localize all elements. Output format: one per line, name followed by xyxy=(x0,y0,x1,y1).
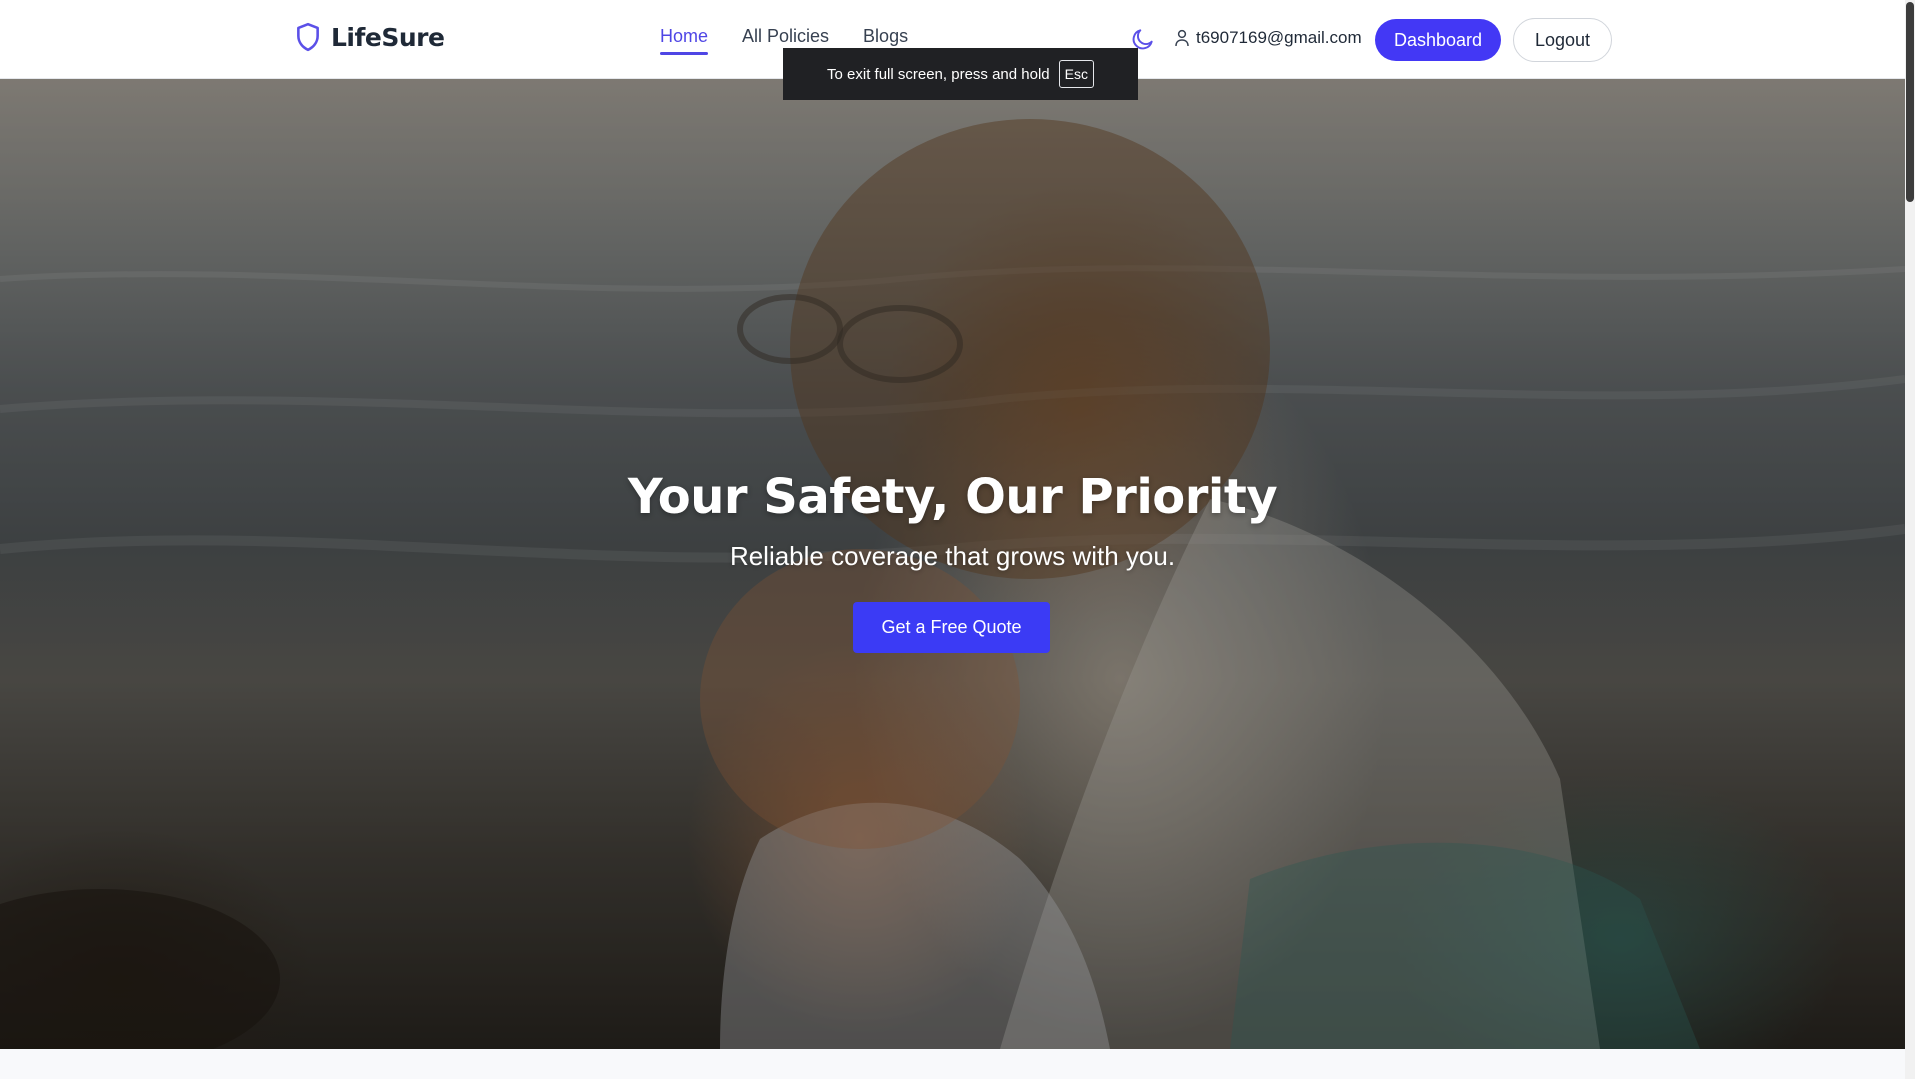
fullscreen-notice-text: To exit full screen, press and hold xyxy=(827,65,1050,83)
dashboard-button[interactable]: Dashboard xyxy=(1375,19,1501,61)
hero-title: Your Safety, Our Priority xyxy=(627,469,1278,525)
brand-name: LifeSure xyxy=(331,22,445,52)
shield-icon xyxy=(297,22,319,52)
user-email: t6907169@gmail.com xyxy=(1196,28,1362,47)
scrollbar-thumb[interactable] xyxy=(1906,2,1914,202)
logout-button[interactable]: Logout xyxy=(1513,18,1612,62)
brand-logo[interactable]: LifeSure xyxy=(295,22,445,52)
fullscreen-exit-notice: To exit full screen, press and hold Esc xyxy=(783,48,1138,100)
next-section-edge xyxy=(0,1049,1905,1079)
get-free-quote-button[interactable]: Get a Free Quote xyxy=(853,602,1050,653)
nav-item-home[interactable]: Home xyxy=(660,26,709,55)
user-info: t6907169@gmail.com xyxy=(1174,28,1362,48)
hero-subtitle: Reliable coverage that grows with you. xyxy=(729,541,1176,571)
esc-key-badge: Esc xyxy=(1058,60,1094,88)
page-scrollbar[interactable] xyxy=(1905,0,1915,1079)
hero-section: Your Safety, Our Priority Reliable cover… xyxy=(0,79,1905,1049)
user-icon xyxy=(1175,29,1189,47)
hero-content: Your Safety, Our Priority Reliable cover… xyxy=(0,79,1905,1049)
